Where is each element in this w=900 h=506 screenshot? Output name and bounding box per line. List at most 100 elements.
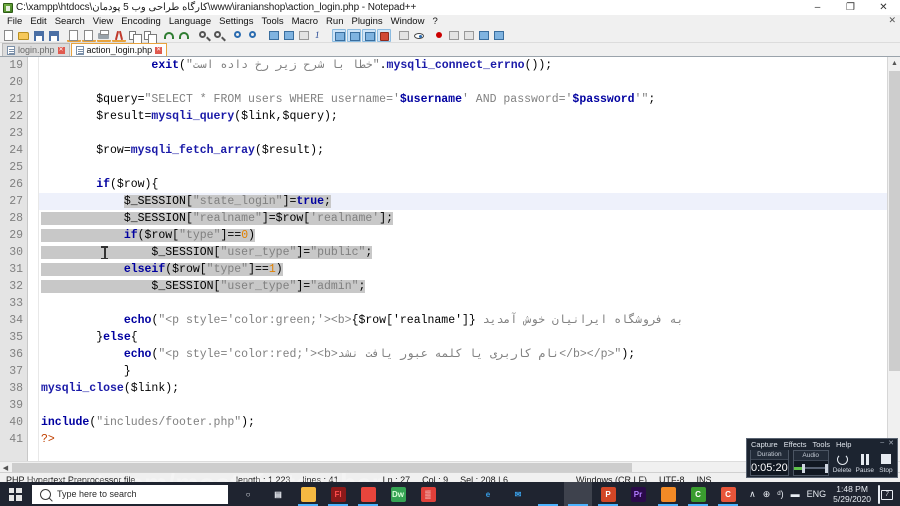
menu-window[interactable]: Window: [387, 15, 429, 28]
code-line[interactable]: exit("خطا با شرح زیر رخ داده است".mysqli…: [39, 57, 900, 74]
taskbar-app-camtasia-editor[interactable]: C: [684, 482, 712, 506]
menu-tools[interactable]: Tools: [257, 15, 287, 28]
code-line[interactable]: echo("<p style='color:green;'><b>{$row['…: [39, 312, 900, 329]
playback-macro-icon[interactable]: [462, 29, 476, 42]
taskbar-app-file-explorer[interactable]: [294, 482, 322, 506]
code-line[interactable]: [39, 397, 900, 414]
code-line[interactable]: [39, 74, 900, 91]
taskbar-app-powerpoint[interactable]: P: [594, 482, 622, 506]
sync-vertical-icon[interactable]: [267, 29, 281, 42]
code-line[interactable]: $_SESSION["realname"]=$row['realname'];: [39, 210, 900, 227]
notification-center-icon[interactable]: 7: [878, 485, 894, 504]
menu-settings[interactable]: Settings: [215, 15, 257, 28]
code-line[interactable]: $query="SELECT * FROM users WHERE userna…: [39, 91, 900, 108]
taskbar-app-mail[interactable]: ✉: [504, 482, 532, 506]
save-all-icon[interactable]: [47, 29, 61, 42]
recorder-stop-button[interactable]: Stop: [878, 450, 894, 476]
folder-workspace-icon[interactable]: [397, 29, 411, 42]
recorder-menu-effects[interactable]: Effects: [784, 440, 807, 449]
open-file-icon[interactable]: [17, 29, 31, 42]
menu-search[interactable]: Search: [51, 15, 89, 28]
volume-icon[interactable]: ᵈ): [777, 489, 783, 499]
sync-horizontal-icon[interactable]: [282, 29, 296, 42]
taskbar-app-cortana[interactable]: ○: [234, 482, 262, 506]
replace-icon[interactable]: [212, 29, 226, 42]
zoom-in-icon[interactable]: [232, 29, 246, 42]
show-all-chars-icon[interactable]: 1: [312, 29, 326, 42]
scroll-up-icon[interactable]: ▲: [888, 57, 900, 70]
paste-icon[interactable]: [142, 29, 157, 45]
redo-icon[interactable]: [177, 29, 191, 42]
recorder-minimize-button[interactable]: –: [880, 439, 884, 447]
menu-edit[interactable]: Edit: [26, 15, 50, 28]
tab-close-icon[interactable]: ✕: [155, 46, 163, 54]
taskbar-app-microsoft-store[interactable]: [444, 482, 472, 506]
code-line[interactable]: if($row){: [39, 176, 900, 193]
code-line[interactable]: }: [39, 363, 900, 380]
document-close-button[interactable]: ✕: [888, 15, 896, 25]
new-file-icon[interactable]: [2, 29, 16, 42]
copy-icon[interactable]: [127, 29, 142, 45]
taskbar-app-gift-app[interactable]: ▒: [414, 482, 442, 506]
close-all-icon[interactable]: [82, 29, 96, 42]
battery-icon[interactable]: ▬: [791, 489, 800, 499]
taskbar-app-camtasia-recorder[interactable]: C: [714, 482, 742, 506]
recorder-menu-help[interactable]: Help: [836, 440, 851, 449]
taskbar-app-adobe-flash[interactable]: Fl: [324, 482, 352, 506]
close-button[interactable]: ✕: [867, 0, 900, 15]
network-icon[interactable]: ⊕: [763, 489, 771, 500]
tab-close-icon[interactable]: ✕: [57, 46, 65, 54]
run-macro-multiple-icon[interactable]: [492, 29, 506, 42]
code-line[interactable]: $_SESSION["user_type"]="public";: [39, 244, 900, 261]
menu-view[interactable]: View: [89, 15, 117, 28]
menu-help[interactable]: ?: [428, 15, 441, 28]
minimize-button[interactable]: –: [801, 0, 834, 15]
code-text[interactable]: exit("خطا با شرح زیر رخ داده است".mysqli…: [39, 57, 900, 461]
recorder-menu-tools[interactable]: Tools: [812, 440, 830, 449]
cut-icon[interactable]: [112, 29, 126, 42]
code-line[interactable]: }else{: [39, 329, 900, 346]
save-icon[interactable]: [32, 29, 46, 42]
ui-userdefined-icon[interactable]: [347, 28, 361, 42]
menu-encoding[interactable]: Encoding: [117, 15, 165, 28]
horizontal-scroll-thumb[interactable]: [12, 463, 632, 472]
monitoring-icon[interactable]: [412, 29, 426, 42]
zoom-out-icon[interactable]: [247, 29, 261, 42]
taskbar-app-notepad-plus-plus[interactable]: [534, 482, 562, 506]
recorder-audio-slider[interactable]: [793, 461, 828, 475]
language-indicator[interactable]: ENG: [807, 489, 827, 499]
stop-macro-icon[interactable]: [447, 29, 461, 42]
clock[interactable]: 1:48 PM 5/29/2020: [833, 484, 871, 504]
taskbar-app-google-chrome[interactable]: [354, 482, 382, 506]
code-line[interactable]: $_SESSION["state_login"]=true;: [39, 193, 900, 210]
code-line[interactable]: [39, 295, 900, 312]
recorder-pause-button[interactable]: Pause: [856, 450, 874, 476]
taskbar-app-premiere-pro[interactable]: Pr: [624, 482, 652, 506]
menu-file[interactable]: File: [3, 15, 26, 28]
save-macro-icon[interactable]: [477, 29, 491, 42]
code-line[interactable]: elseif($row["type"]==1): [39, 261, 900, 278]
taskbar-app-camtasia[interactable]: [654, 482, 682, 506]
screen-recorder-widget[interactable]: Capture Effects Tools Help – ✕ Duration …: [746, 438, 898, 478]
recorder-delete-button[interactable]: Delete: [833, 450, 852, 476]
print-icon[interactable]: [97, 29, 111, 42]
taskbar-app-microsoft-edge[interactable]: e: [474, 482, 502, 506]
close-file-icon[interactable]: [67, 29, 81, 42]
taskbar-search-box[interactable]: Type here to search: [32, 484, 228, 504]
fold-margin[interactable]: [28, 57, 39, 461]
title-bar[interactable]: C:\xampp\htdocs\کارگاه طراحی وب 5 پودمان…: [0, 0, 900, 15]
show-hidden-icons-icon[interactable]: ∧: [749, 489, 756, 500]
taskbar-app-paint[interactable]: [564, 482, 592, 506]
code-line[interactable]: $_SESSION["user_type"]="admin";: [39, 278, 900, 295]
undo-icon[interactable]: [162, 29, 176, 42]
document-map-icon[interactable]: [362, 28, 376, 42]
menu-macro[interactable]: Macro: [288, 15, 322, 28]
scroll-left-icon[interactable]: ◀: [0, 462, 11, 473]
code-line[interactable]: if($row["type"]==0): [39, 227, 900, 244]
recorder-close-button[interactable]: ✕: [888, 439, 894, 447]
taskbar-app-task-view[interactable]: ▤: [264, 482, 292, 506]
record-macro-icon[interactable]: [432, 29, 446, 42]
code-line[interactable]: include("includes/footer.php");: [39, 414, 900, 431]
tab-action-login-php[interactable]: action_login.php ✕: [70, 43, 168, 56]
editor-area[interactable]: 19 20 21 22 23 24 25 26 27 28 29 30 31 32 33 34 35 36 37 38…: [0, 57, 900, 461]
